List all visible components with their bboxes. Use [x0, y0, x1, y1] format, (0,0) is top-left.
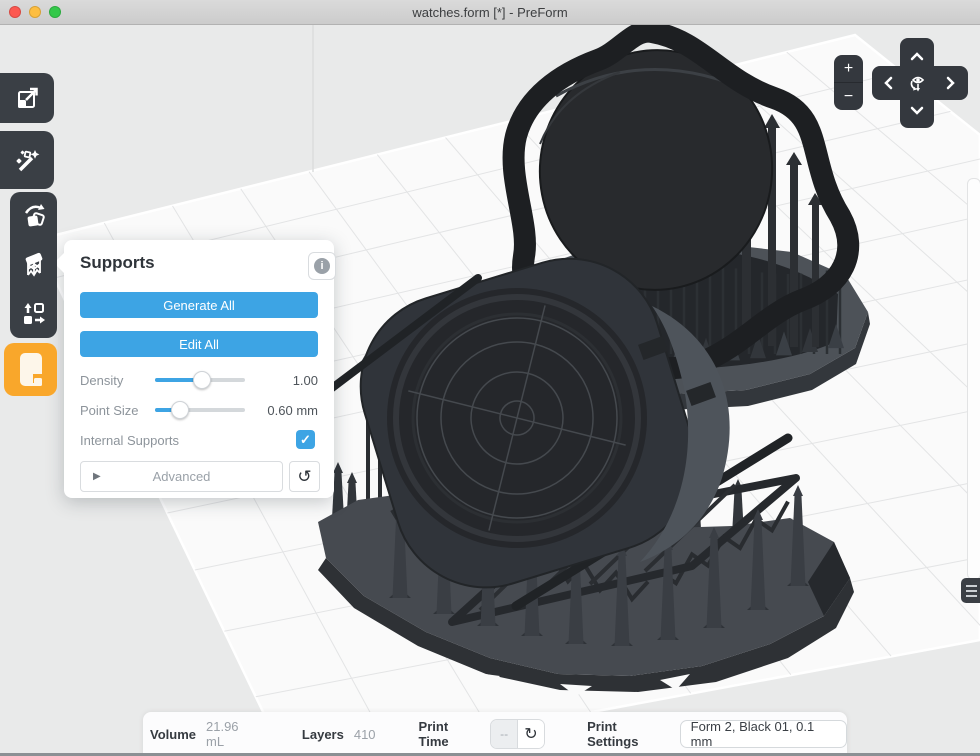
layout-tool-button[interactable]: [10, 289, 57, 338]
print-time-value: --: [491, 720, 517, 748]
supports-tool-button[interactable]: [10, 241, 57, 290]
layer-slider-track[interactable]: [967, 178, 980, 580]
info-icon: i: [314, 258, 330, 274]
magic-wand-icon: [13, 146, 41, 174]
rotate-up-button[interactable]: [905, 44, 929, 68]
rotate-down-button[interactable]: [905, 98, 929, 122]
volume-value: 21.96 mL: [206, 719, 259, 749]
tool-group: [10, 192, 57, 338]
layout-icon: [20, 300, 48, 328]
point-size-value: 0.60 mm: [267, 403, 318, 418]
slider-thumb[interactable]: [171, 401, 189, 419]
edit-all-button[interactable]: Edit All: [80, 331, 318, 357]
reset-icon: ↺: [297, 467, 311, 487]
chevron-left-icon: [884, 76, 893, 90]
window-controls: [9, 6, 61, 18]
disclosure-triangle-icon: ▶: [93, 471, 101, 482]
orbit-eye-icon: [906, 72, 928, 94]
internal-supports-row: Internal Supports ✓: [80, 430, 318, 450]
resin-cartridge-icon: [14, 350, 48, 390]
close-window-button[interactable]: [9, 6, 21, 18]
window-title: watches.form [*] - PreForm: [412, 5, 567, 20]
internal-supports-label: Internal Supports: [80, 433, 179, 448]
print-time-control: -- ↻: [490, 719, 545, 749]
chevron-up-icon: [910, 52, 924, 61]
slider-track: [155, 408, 245, 412]
volume-label: Volume: [150, 727, 196, 742]
title-bar: watches.form [*] - PreForm: [0, 0, 980, 25]
status-bar: Volume 21.96 mL Layers 410 Print Time --…: [143, 712, 847, 756]
print-time-label: Print Time: [419, 719, 481, 749]
minimize-window-button[interactable]: [29, 6, 41, 18]
layers-label: Layers: [302, 727, 344, 742]
advanced-button[interactable]: ▶ Advanced: [80, 461, 283, 492]
point-size-label: Point Size: [80, 403, 139, 418]
one-click-print-tool-button[interactable]: [0, 131, 54, 189]
density-value: 1.00: [293, 373, 318, 388]
generate-all-button[interactable]: Generate All: [80, 292, 318, 318]
layer-slider-handle[interactable]: [961, 578, 980, 603]
checkmark-icon: ✓: [300, 432, 311, 448]
rotate-right-button[interactable]: [938, 71, 962, 95]
chevron-down-icon: [910, 106, 924, 115]
density-row: Density 1.00: [80, 370, 318, 390]
print-settings-label: Print Settings: [587, 719, 670, 749]
zoom-control: + −: [834, 55, 863, 110]
preform-window: Supports i Generate All Edit All Density…: [0, 0, 980, 756]
print-settings-selector[interactable]: Form 2, Black 01, 0.1 mm: [680, 720, 847, 748]
refresh-icon: ↻: [524, 724, 537, 744]
internal-supports-checkbox[interactable]: ✓: [296, 430, 315, 449]
printer-material-button[interactable]: [4, 343, 57, 396]
point-size-row: Point Size 0.60 mm: [80, 400, 318, 420]
size-tool-button[interactable]: [0, 73, 54, 123]
rotate-left-button[interactable]: [876, 71, 900, 95]
slider-thumb[interactable]: [193, 371, 211, 389]
orient-tool-button[interactable]: [10, 192, 57, 241]
maximize-window-button[interactable]: [49, 6, 61, 18]
supports-icon: [20, 251, 48, 279]
refresh-print-time-button[interactable]: ↻: [518, 720, 544, 748]
panel-title: Supports: [80, 253, 155, 273]
advanced-label: Advanced: [153, 469, 211, 484]
point-size-slider[interactable]: [155, 400, 245, 420]
density-label: Density: [80, 373, 123, 388]
layers-value: 410: [354, 727, 376, 742]
zoom-in-button[interactable]: +: [834, 55, 863, 83]
density-slider[interactable]: [155, 370, 245, 390]
supports-panel: Supports i Generate All Edit All Density…: [64, 240, 334, 498]
chevron-right-icon: [946, 76, 955, 90]
reset-view-button[interactable]: [905, 71, 929, 95]
info-button[interactable]: i: [308, 252, 336, 280]
orient-icon: [20, 202, 48, 230]
reset-button[interactable]: ↺: [289, 461, 320, 492]
zoom-out-button[interactable]: −: [834, 83, 863, 110]
resize-icon: [14, 85, 40, 111]
